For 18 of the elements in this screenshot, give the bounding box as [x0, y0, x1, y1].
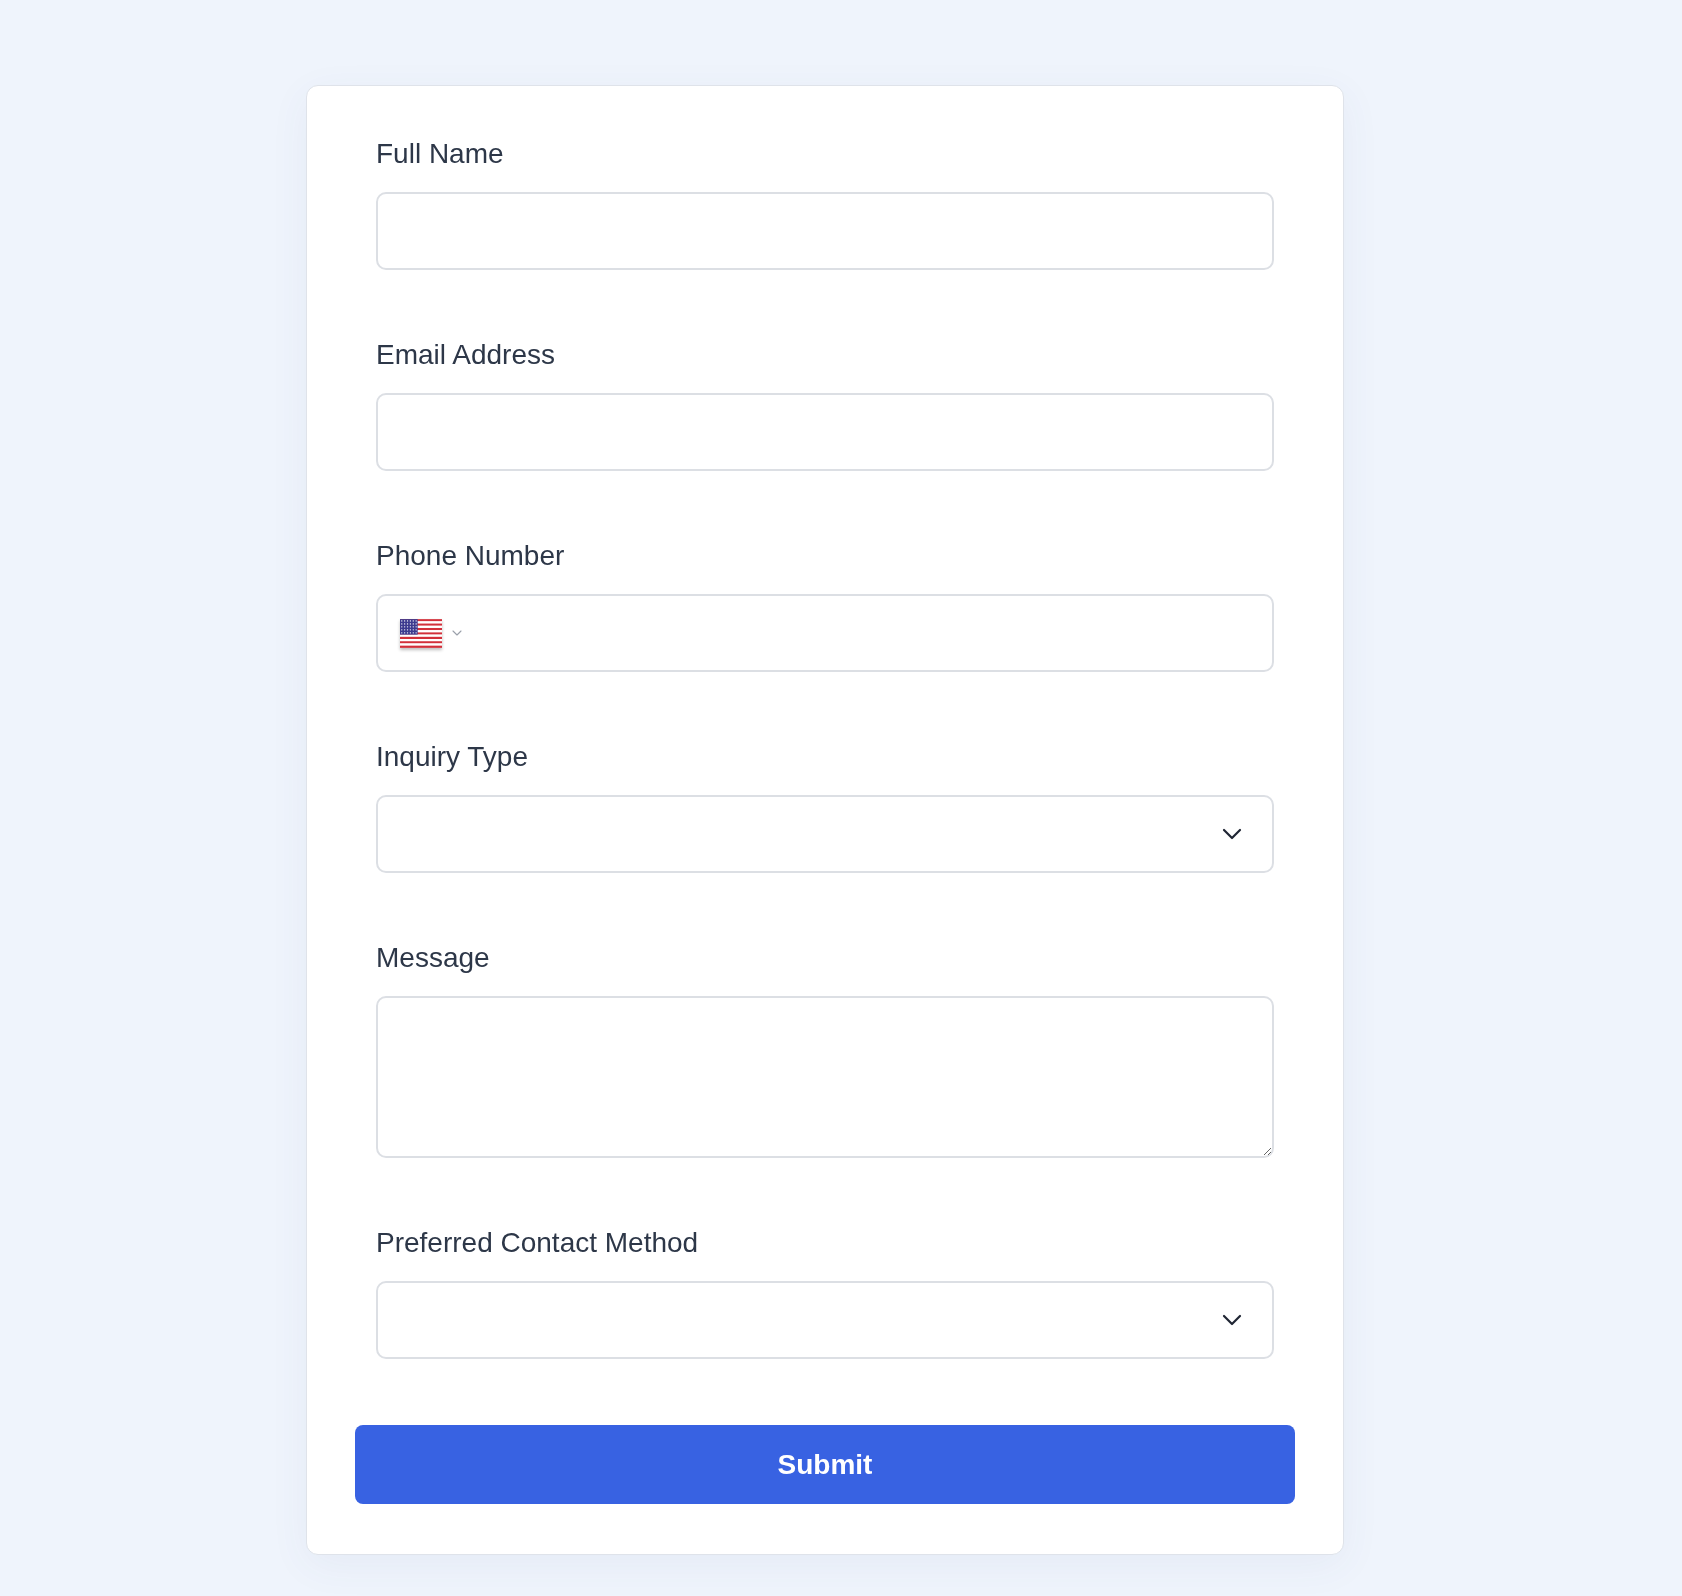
field-label: Full Name: [376, 137, 504, 171]
chevron-down-icon: [1222, 1314, 1242, 1326]
field-label: Inquiry Type: [376, 740, 529, 774]
flag-icon: [400, 618, 442, 648]
input-field[interactable]: [376, 393, 1274, 471]
field-label: Preferred Contact Method: [376, 1226, 699, 1260]
dropdown-field[interactable]: [376, 795, 1274, 873]
field-label: Phone Number: [376, 539, 565, 573]
dropdown-field[interactable]: [376, 1281, 1274, 1359]
field-label: Message: [376, 941, 490, 975]
phone-field[interactable]: [376, 594, 1274, 672]
input-field[interactable]: [376, 192, 1274, 270]
field-label: Email Address: [376, 338, 555, 372]
country-selector[interactable]: [400, 618, 462, 648]
caret-icon: [452, 630, 462, 636]
chevron-down-icon: [1222, 828, 1242, 840]
submit-button[interactable]: Submit: [355, 1425, 1295, 1504]
message-field[interactable]: [376, 996, 1274, 1158]
